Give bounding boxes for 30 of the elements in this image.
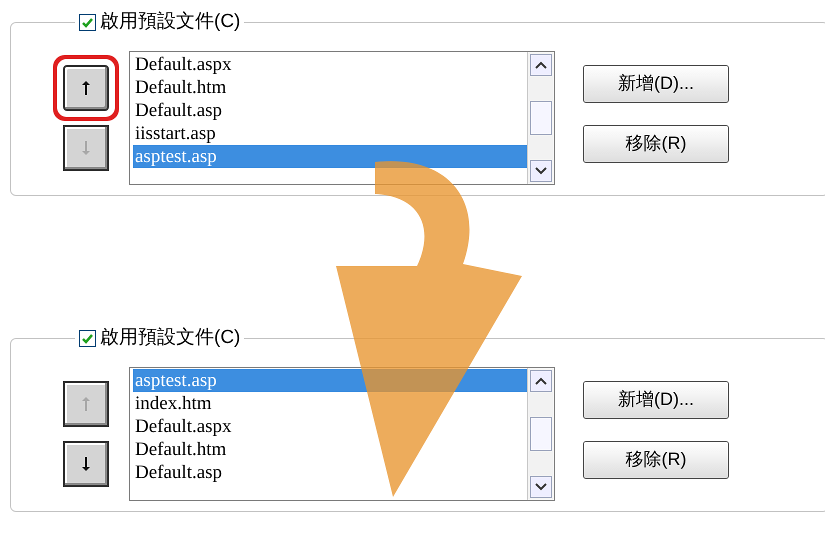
checkbox[interactable] [79, 14, 96, 31]
list-item[interactable]: Default.htm [133, 438, 527, 460]
scrollbar[interactable] [527, 368, 554, 500]
dialog-button[interactable]: 移除(R) [583, 440, 729, 478]
list-item[interactable]: Default.asp [133, 98, 527, 122]
chevron-up-icon [535, 376, 547, 384]
chevron-down-icon [535, 166, 547, 174]
dialog-button[interactable]: 新增(D)... [583, 380, 729, 418]
list-item[interactable]: Default.htm [133, 76, 527, 98]
scroll-up-button[interactable] [530, 54, 552, 76]
list-item[interactable]: Default.aspx [133, 414, 527, 438]
chevron-down-icon [535, 482, 547, 490]
list-item[interactable]: iisstart.asp [133, 122, 527, 144]
list-item[interactable]: index.htm [133, 392, 527, 414]
checkbox-label: 啟用預設文件(C) [100, 10, 240, 34]
scroll-down-button[interactable] [530, 476, 552, 498]
scroll-up-button[interactable] [530, 370, 552, 392]
list-box[interactable]: Default.aspx Default.htm Default.asp iisstart.asp asptest.asp [129, 50, 555, 184]
scroll-thumb[interactable] [530, 416, 552, 450]
dialog-button[interactable]: 移除(R) [583, 124, 729, 162]
checkbox-label: 啟用預設文件(C) [100, 326, 240, 350]
chevron-up-icon [535, 60, 547, 68]
list-item[interactable]: Default.asp [133, 460, 527, 484]
checkbox[interactable] [79, 330, 96, 347]
dialog-button[interactable]: 新增(D)... [583, 64, 729, 102]
move-down-button[interactable] [63, 440, 109, 486]
scrollbar[interactable] [527, 52, 554, 184]
scroll-down-button[interactable] [530, 160, 552, 182]
list-item[interactable]: Default.aspx [133, 52, 527, 76]
scroll-thumb[interactable] [530, 100, 552, 134]
